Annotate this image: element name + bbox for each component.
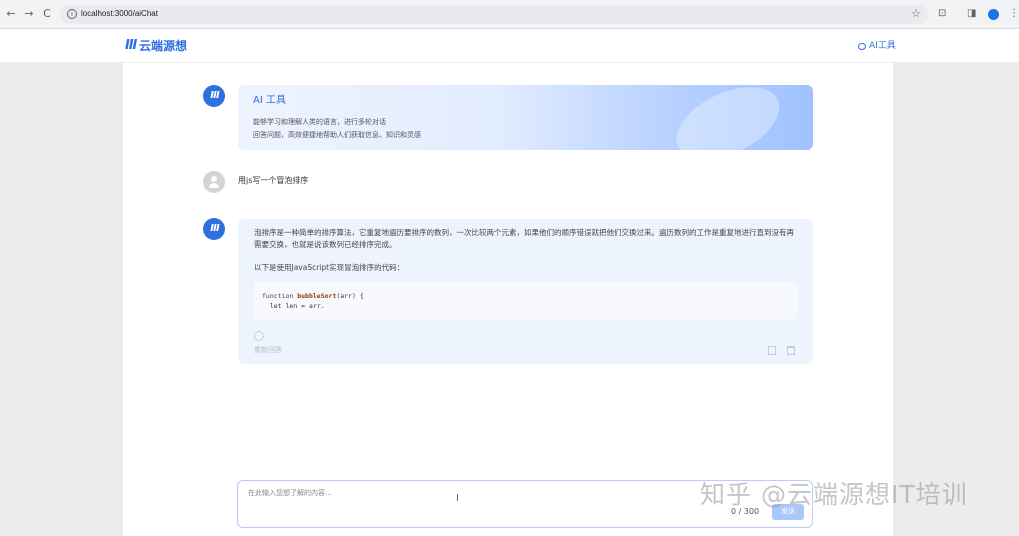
user-message: 用js写一个冒泡排序 — [238, 176, 309, 185]
app-header: Ⅲ 云端源想 AI工具 — [0, 29, 1019, 63]
profile-avatar-icon[interactable] — [988, 9, 999, 20]
side-panel-icon[interactable]: ◨ — [967, 7, 976, 21]
regenerate-button[interactable]: 重新回答 — [254, 346, 282, 355]
intro-card: AI 工具 能够学习和理解人类的语言，进行多轮对话 回答问题，高效便捷地帮助人们… — [238, 85, 813, 150]
message-input[interactable] — [248, 486, 688, 500]
ai-tools-link[interactable]: AI工具 — [858, 40, 896, 52]
decorative-wave — [665, 85, 791, 150]
logo-icon[interactable]: Ⅲ — [125, 38, 137, 53]
code-line: let len = arr. — [262, 302, 325, 310]
code-params: (arr) { — [336, 292, 364, 300]
answer-card: 泡排序是一种简单的排序算法，它重复地遍历要排序的数列，一次比较两个元素，如果他们… — [238, 219, 813, 364]
intro-line-1: 能够学习和理解人类的语言，进行多轮对话 — [253, 118, 386, 126]
code-function-name: bubbleSort — [297, 292, 337, 300]
url-text[interactable]: localhost:3000/aiChat — [81, 8, 158, 20]
forward-icon[interactable]: → — [22, 7, 36, 21]
answer-paragraph: 以下是使用JavaScript实现冒泡排序的代码： — [254, 263, 405, 272]
ai-avatar-icon: Ⅲ — [203, 85, 225, 107]
address-bar[interactable]: i localhost:3000/aiChat ☆ — [60, 5, 928, 24]
chat-bubble-icon — [858, 42, 866, 50]
intro-line-2: 回答问题，高效便捷地帮助人们获取信息、知识和灵感 — [253, 131, 421, 139]
user-avatar-icon — [203, 171, 225, 193]
watermark: 知乎 @云端源想IT培训 — [700, 480, 968, 509]
browser-toolbar: ← → C i localhost:3000/aiChat ☆ ⊡ ◨ ⋮ — [0, 0, 1019, 29]
ai-tools-label: AI工具 — [869, 41, 896, 51]
site-info-icon[interactable]: i — [67, 9, 77, 19]
copy-icon[interactable] — [768, 346, 776, 355]
answer-paragraph: 泡排序是一种简单的排序算法，它重复地遍历要排序的数列，一次比较两个元素，如果他们… — [254, 228, 794, 249]
extensions-icon[interactable]: ⊡ — [938, 7, 946, 21]
loading-spinner-icon — [254, 331, 264, 341]
code-line: function bubbleSort(arr) { — [262, 291, 364, 301]
code-block: function bubbleSort(arr) { let len = arr… — [254, 282, 797, 320]
delete-icon[interactable] — [787, 346, 795, 355]
text-cursor-icon: I — [456, 493, 459, 504]
bookmark-star-icon[interactable]: ☆ — [911, 7, 921, 20]
browser-menu-icon[interactable]: ⋮ — [1009, 7, 1019, 21]
back-icon[interactable]: ← — [4, 7, 18, 21]
intro-title: AI 工具 — [253, 95, 286, 106]
ai-avatar-icon: Ⅲ — [203, 218, 225, 240]
reload-icon[interactable]: C — [40, 7, 54, 21]
code-keyword: function — [262, 292, 298, 300]
logo-text[interactable]: 云端源想 — [139, 38, 187, 54]
